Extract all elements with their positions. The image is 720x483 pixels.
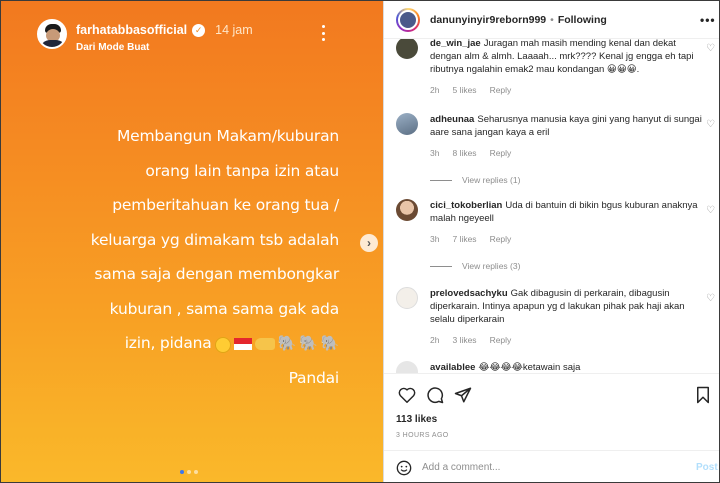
comment-username[interactable]: de_win_jae <box>430 39 481 49</box>
story-text-line: orang lain tanpa izin atau <box>145 161 339 180</box>
comment-time: 3h <box>430 148 440 158</box>
following-button[interactable]: Following <box>558 14 607 26</box>
poster-info: danunyinyir9reborn999 • Following <box>430 14 607 26</box>
likes-count[interactable]: 113 likes <box>396 414 437 425</box>
commenter-avatar[interactable] <box>396 287 418 309</box>
share-icon[interactable] <box>452 384 474 406</box>
comment-icon[interactable] <box>424 384 446 406</box>
story-image: farhatabbasofficial ✓ 14 jam Dari Mode B… <box>1 1 383 482</box>
post-actions: 113 likes 3 HOURS AGO Add a comment... P… <box>384 373 719 482</box>
comment-likes[interactable]: 5 likes <box>452 84 476 97</box>
comment-time: 2h <box>430 85 440 95</box>
post-panel: danunyinyir9reborn999 • Following ••• de_w… <box>383 1 719 482</box>
reply-button[interactable]: Reply <box>490 84 512 97</box>
comment-username[interactable]: availablee <box>430 362 475 373</box>
view-replies-label[interactable]: View replies (1) <box>462 175 520 185</box>
comment-likes[interactable]: 7 likes <box>452 233 476 246</box>
post-header: danunyinyir9reborn999 • Following ••• <box>384 1 719 39</box>
story-text: Membangun Makam/kuburan orang lain tanpa… <box>49 119 339 395</box>
story-text-line: Membangun Makam/kuburan <box>116 127 339 145</box>
comment-body: prelovedsachyku Gak dibagusin di perkarai… <box>430 287 702 347</box>
commenter-avatar[interactable] <box>396 361 418 373</box>
story-text-line: izin, pidana <box>124 334 212 352</box>
comment-time: 2h <box>430 335 440 345</box>
reply-button[interactable]: Reply <box>490 334 512 347</box>
story-text-line: sama saja dengan membongkar <box>94 265 339 283</box>
heart-icon[interactable]: ♡ <box>706 293 715 304</box>
story-text-line: pemberitahuan ke orang tua / <box>112 196 339 214</box>
comment-username[interactable]: prelovedsachyku <box>430 288 508 299</box>
comment-body: adheunaa Seharusnya manusia kaya gini yan… <box>430 113 702 160</box>
add-comment-input[interactable]: Add a comment... <box>422 462 500 473</box>
comment-body: de_win_jae Juragan mah masih mending kena… <box>430 39 702 97</box>
comment-likes[interactable]: 8 likes <box>452 147 476 160</box>
bookmark-icon[interactable] <box>692 384 714 406</box>
comment-username[interactable]: cici_tokoberlian <box>430 200 502 211</box>
commenter-avatar[interactable] <box>396 39 418 59</box>
story-text-line: keluarga yg dimakam tsb adalah <box>90 230 339 249</box>
action-bar <box>396 384 714 408</box>
story-time: 14 jam <box>215 23 253 37</box>
comment-text: 😂😂😂😂ketawain saja <box>478 362 581 373</box>
comment-meta: 3h 7 likes Reply <box>430 233 702 246</box>
story-username: farhatabbasofficial <box>76 23 188 37</box>
add-comment-row: Add a comment... Post <box>384 450 719 482</box>
emoji-icon[interactable] <box>396 460 412 481</box>
poster-username[interactable]: danunyinyir9reborn999 <box>430 14 546 26</box>
shushing-face-emoji-icon <box>214 337 231 354</box>
commenter-avatar[interactable] <box>396 199 418 221</box>
next-slide-button[interactable]: › <box>360 234 378 252</box>
carousel-indicator <box>180 470 198 474</box>
indonesia-flag-emoji-icon <box>233 338 252 351</box>
post-comment-button[interactable]: Post <box>696 462 718 473</box>
story-emoji-line: izin, pidana 🐘 🐘 🐘 <box>49 326 339 361</box>
heart-icon[interactable]: ♡ <box>706 43 715 54</box>
story-text-line: kuburan , sama sama gak ada <box>109 299 340 318</box>
verified-badge-icon: ✓ <box>192 23 206 37</box>
pointing-hand-emoji-icon <box>254 338 275 351</box>
post-time: 3 HOURS AGO <box>396 432 449 439</box>
view-replies-button[interactable]: View replies (3) <box>430 261 520 271</box>
more-options-icon[interactable]: ••• <box>700 13 716 27</box>
elephant-emoji-icon: 🐘 <box>320 334 340 352</box>
elephant-emoji-icon: 🐘 <box>299 334 318 352</box>
story-more-icon <box>319 25 327 41</box>
comment-meta: 2h 5 likes Reply <box>430 84 702 97</box>
comment-meta: 2h 3 likes Reply <box>430 334 702 347</box>
commenter-avatar[interactable] <box>396 113 418 135</box>
story-avatar <box>37 19 67 49</box>
comment-time: 3h <box>430 234 440 244</box>
instagram-post-window: farhatabbasofficial ✓ 14 jam Dari Mode B… <box>0 0 720 483</box>
heart-icon[interactable]: ♡ <box>706 205 715 216</box>
header-separator: • <box>550 14 554 26</box>
elephant-emoji-icon: 🐘 <box>277 334 297 352</box>
comment-likes[interactable]: 3 likes <box>452 334 476 347</box>
view-replies-label[interactable]: View replies (3) <box>462 261 520 271</box>
comments-list[interactable]: de_win_jae Juragan mah masih mending kena… <box>384 39 719 373</box>
comment-username[interactable]: adheunaa <box>430 114 474 125</box>
poster-avatar[interactable] <box>396 8 420 32</box>
like-heart-icon[interactable] <box>396 384 418 406</box>
story-header: farhatabbasofficial ✓ 14 jam <box>76 23 253 37</box>
reply-button[interactable]: Reply <box>490 233 512 246</box>
heart-icon[interactable]: ♡ <box>706 119 715 130</box>
comment-meta: 3h 8 likes Reply <box>430 147 702 160</box>
reply-button[interactable]: Reply <box>490 147 512 160</box>
comment-body: availablee 😂😂😂😂ketawain saja <box>430 361 702 373</box>
comment-body: cici_tokoberlian Uda di bantuin di bikin … <box>430 199 702 246</box>
view-replies-button[interactable]: View replies (1) <box>430 175 520 185</box>
story-signature: Pandai <box>288 368 340 387</box>
story-subtitle: Dari Mode Buat <box>76 42 150 53</box>
